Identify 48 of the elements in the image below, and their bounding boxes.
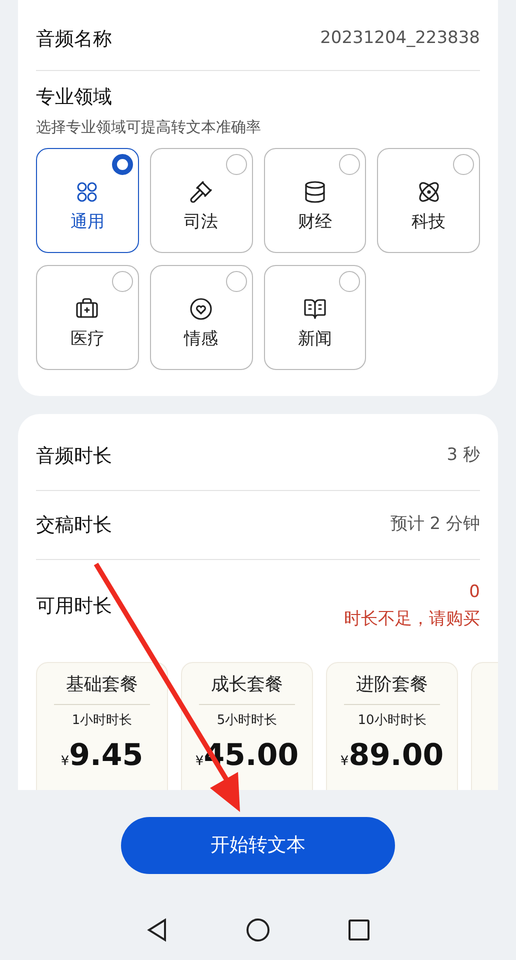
recent-apps-icon[interactable]	[348, 919, 370, 941]
book-icon	[302, 296, 327, 321]
duration-value: 3 秒	[446, 444, 480, 468]
radio-indicator	[112, 271, 133, 292]
field-value: 20231204_223838	[320, 27, 480, 50]
domain-option[interactable]: 通用	[36, 148, 139, 253]
duration-value: 预计 2 分钟	[390, 513, 480, 536]
package-name: 进阶套餐	[356, 673, 428, 697]
radio-indicator	[339, 271, 360, 292]
package-price: 9.45	[69, 736, 144, 774]
currency-symbol: ¥	[60, 752, 70, 770]
grid-icon	[75, 180, 100, 204]
radio-indicator	[226, 154, 246, 175]
atom-icon	[416, 180, 441, 204]
home-icon[interactable]	[246, 918, 270, 942]
domain-option[interactable]: 科技	[377, 148, 480, 253]
section-title: 专业领域	[36, 85, 113, 110]
package-name: 基础套餐	[66, 673, 138, 697]
section-subtitle: 选择专业领域可提高转文本准确率	[36, 116, 262, 138]
medical-kit-icon	[75, 296, 100, 321]
package-card[interactable]: 进阶套餐 10小时时长 ¥89.00	[326, 662, 458, 790]
domain-option[interactable]: 司法	[150, 148, 252, 253]
warning-text: 时长不足，请购买	[344, 608, 480, 631]
radio-indicator	[453, 154, 474, 175]
coin-stack-icon	[302, 180, 327, 204]
package-card[interactable]: 基础套餐 1小时时长 ¥9.45	[36, 662, 168, 790]
package-name: 成长套餐	[211, 673, 283, 697]
start-button[interactable]: 开始转文本	[121, 816, 395, 874]
duration-label: 交稿时长	[36, 512, 112, 538]
domain-option[interactable]: 财经	[264, 148, 366, 253]
radio-indicator	[112, 154, 133, 175]
duration-value: 0	[469, 580, 480, 604]
package-hours: 5小时时长	[216, 712, 278, 730]
currency-symbol: ¥	[195, 752, 204, 770]
domain-option[interactable]: 医疗	[36, 265, 139, 370]
duration-label: 可用时长	[36, 594, 112, 619]
domain-option[interactable]: 新闻	[264, 265, 366, 370]
back-icon[interactable]	[146, 918, 168, 942]
duration-label: 音频时长	[36, 444, 112, 469]
package-hours: 10小时时长	[358, 712, 426, 730]
gavel-icon	[189, 180, 214, 204]
package-hours: 1小时时长	[72, 712, 132, 730]
package-price: 89.00	[348, 736, 444, 774]
field-label: 音频名称	[36, 26, 112, 52]
radio-indicator	[339, 154, 360, 175]
radio-indicator	[226, 271, 246, 292]
domain-option[interactable]: 情感	[150, 265, 252, 370]
currency-symbol: ¥	[340, 752, 349, 770]
